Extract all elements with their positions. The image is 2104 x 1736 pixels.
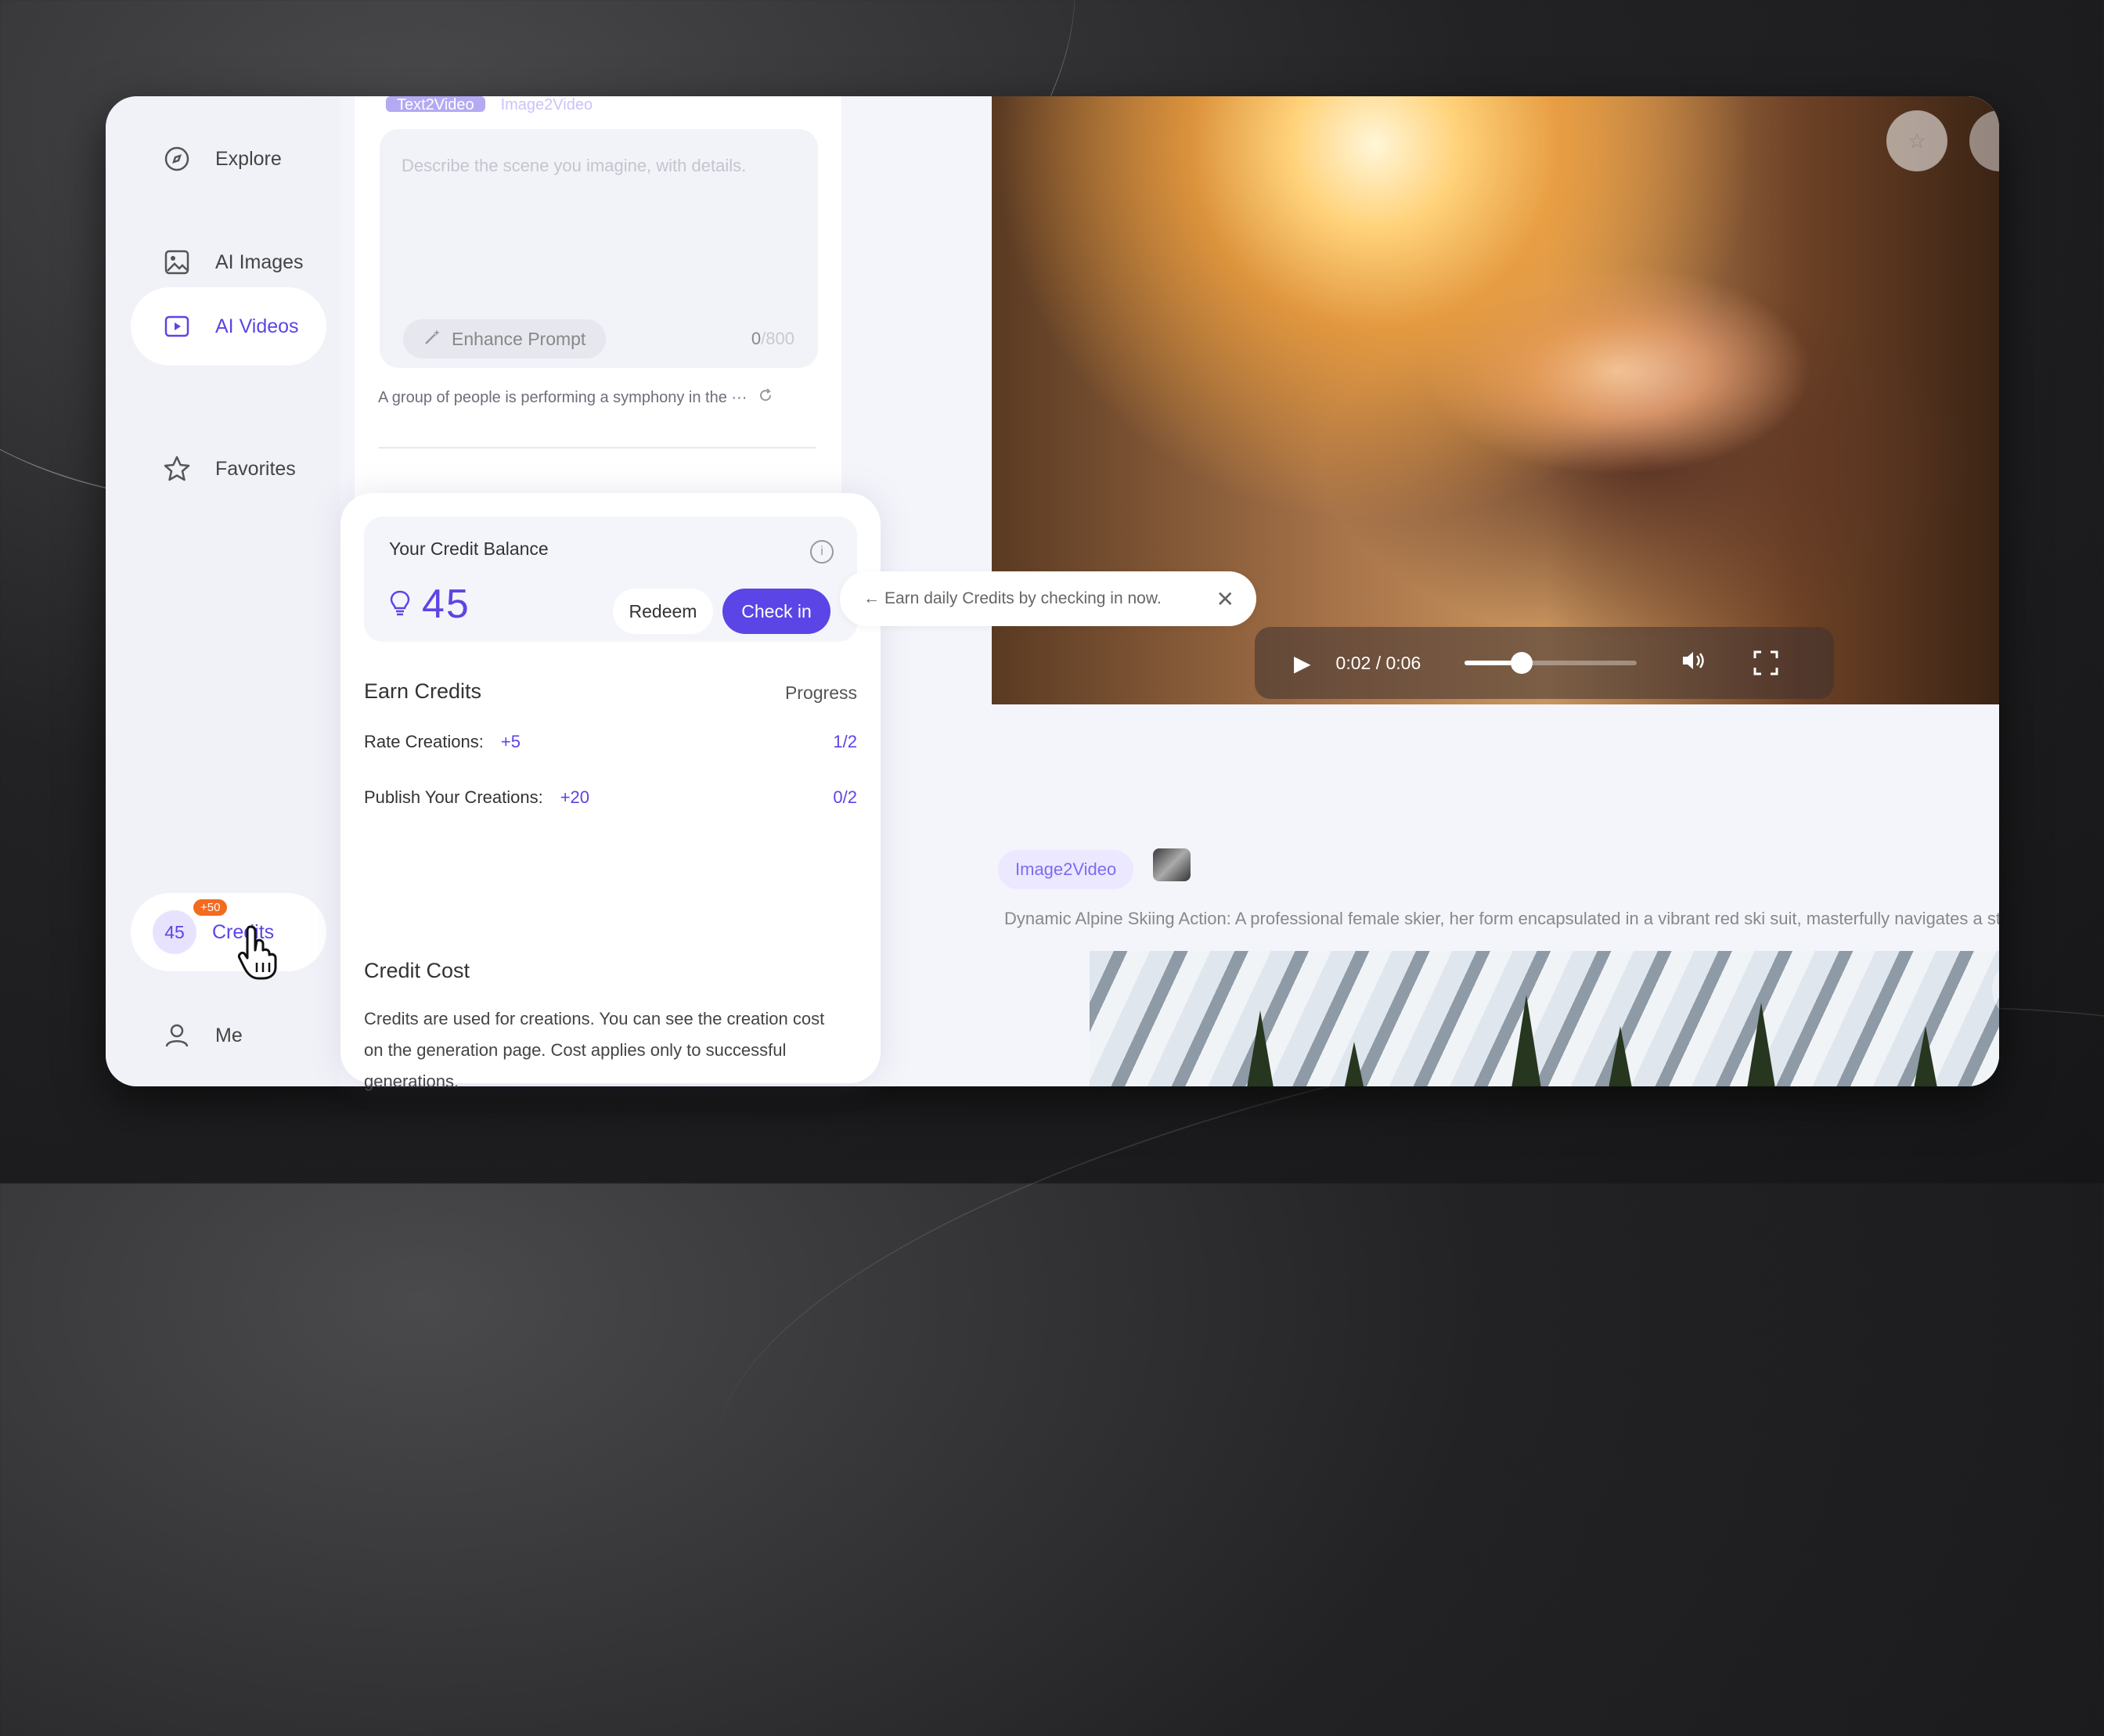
credits-button[interactable]: 45 +50 Credits	[131, 893, 326, 971]
star-icon: ☆	[1908, 128, 1926, 153]
source-image-thumbnail[interactable]	[1153, 848, 1191, 881]
hand-cursor-icon	[236, 924, 283, 992]
video-description: Dynamic Alpine Skiing Action: A professi…	[1004, 909, 1999, 928]
tree	[1731, 1003, 1791, 1086]
image2video-tag[interactable]: Image2Video	[998, 850, 1134, 889]
divider	[378, 447, 816, 448]
sidebar-item-label: Explore	[215, 147, 282, 170]
earn-item-bonus: +5	[500, 732, 521, 751]
sidebar-item-label: Me	[215, 1024, 243, 1046]
lightbulb-icon	[389, 589, 411, 620]
credit-cost-title: Credit Cost	[364, 959, 470, 982]
progress-header: Progress	[784, 683, 857, 703]
volume-icon[interactable]	[1681, 649, 1706, 678]
play-icon[interactable]: ▶	[1294, 650, 1311, 676]
enhance-prompt-button[interactable]: Enhance Prompt	[403, 319, 607, 358]
tab-text2video[interactable]: Text2Video	[386, 96, 485, 113]
info-icon[interactable]: i	[810, 540, 834, 564]
earn-credits-title: Earn Credits	[364, 679, 482, 703]
suggestion-text: A group of people is performing a sympho…	[378, 388, 748, 406]
earn-item-progress: 1/2	[833, 732, 857, 751]
tree	[1497, 995, 1556, 1086]
char-counter: 0/800	[751, 329, 794, 349]
redeem-button[interactable]: Redeem	[613, 589, 713, 634]
compass-icon	[162, 144, 192, 174]
earn-item-publish: Publish Your Creations: +20 0/2	[364, 787, 857, 808]
more-button[interactable]	[1969, 110, 1999, 171]
earn-item-label: Rate Creations:	[364, 732, 484, 751]
credit-popup: Your Credit Balance i 45 Redeem Check in…	[340, 493, 881, 1091]
sidebar: Explore AI Images AI Videos Favorites 45…	[106, 96, 340, 1086]
seek-handle[interactable]	[1510, 652, 1533, 674]
tooltip-text: Earn daily Credits by checking in now.	[884, 589, 1162, 607]
credit-balance-amount: 45	[389, 581, 470, 628]
earn-item-progress: 0/2	[833, 787, 857, 807]
magic-wand-icon	[423, 327, 442, 351]
prompt-input[interactable]: Describe the scene you imagine, with det…	[380, 129, 818, 368]
tab-image2video[interactable]: Image2Video	[501, 96, 593, 113]
credit-balance-card: Your Credit Balance i 45 Redeem Check in	[364, 517, 857, 642]
credit-balance-value: 45	[422, 582, 470, 627]
mode-tabs: Text2Video Image2Video	[386, 96, 593, 113]
earn-item-bonus: +20	[560, 787, 590, 807]
tree	[1998, 1003, 1999, 1086]
credits-count: 45	[153, 910, 196, 954]
earn-item-label: Publish Your Creations:	[364, 787, 543, 807]
video-thumbnail[interactable]: ☆	[1090, 951, 1999, 1086]
tree	[1591, 1026, 1650, 1086]
sidebar-item-ai-videos[interactable]: AI Videos	[131, 287, 326, 366]
earn-item-rate: Rate Creations: +5 1/2	[364, 732, 857, 752]
check-in-button[interactable]: Check in	[722, 589, 830, 634]
char-count-max: /800	[761, 329, 794, 348]
tree	[1324, 1042, 1384, 1086]
sidebar-item-label: AI Images	[215, 250, 304, 273]
sidebar-item-label: Favorites	[215, 457, 296, 480]
video-icon	[162, 312, 192, 341]
close-icon[interactable]: ✕	[1216, 586, 1234, 612]
credit-balance-title: Your Credit Balance	[389, 538, 549, 559]
favorite-button[interactable]: ☆	[1886, 110, 1947, 171]
sidebar-item-label: AI Videos	[215, 315, 299, 337]
check-in-tooltip: ← Earn daily Credits by checking in now.…	[840, 571, 1256, 626]
seek-bar[interactable]	[1465, 652, 1637, 674]
tree	[1896, 1026, 1955, 1086]
fullscreen-icon[interactable]	[1753, 650, 1779, 676]
char-count-value: 0	[751, 329, 762, 348]
video-time: 0:02 / 0:06	[1335, 652, 1421, 673]
user-icon	[162, 1021, 192, 1050]
credit-cost-text: Credits are used for creations. You can …	[364, 1009, 825, 1091]
prompt-suggestion[interactable]: A group of people is performing a sympho…	[378, 387, 773, 408]
image-icon	[162, 247, 192, 277]
enhance-prompt-label: Enhance Prompt	[452, 328, 586, 349]
prompt-placeholder: Describe the scene you imagine, with det…	[402, 156, 747, 175]
star-icon	[162, 454, 192, 484]
arrow-left-icon: ←	[863, 589, 880, 607]
video-controls: ▶ 0:02 / 0:06	[1255, 627, 1834, 699]
tree	[1230, 1010, 1290, 1086]
credits-bonus-badge: +50	[193, 899, 228, 916]
prompt-panel: Text2Video Image2Video Describe the scen…	[355, 96, 841, 503]
refresh-icon[interactable]	[758, 387, 773, 408]
